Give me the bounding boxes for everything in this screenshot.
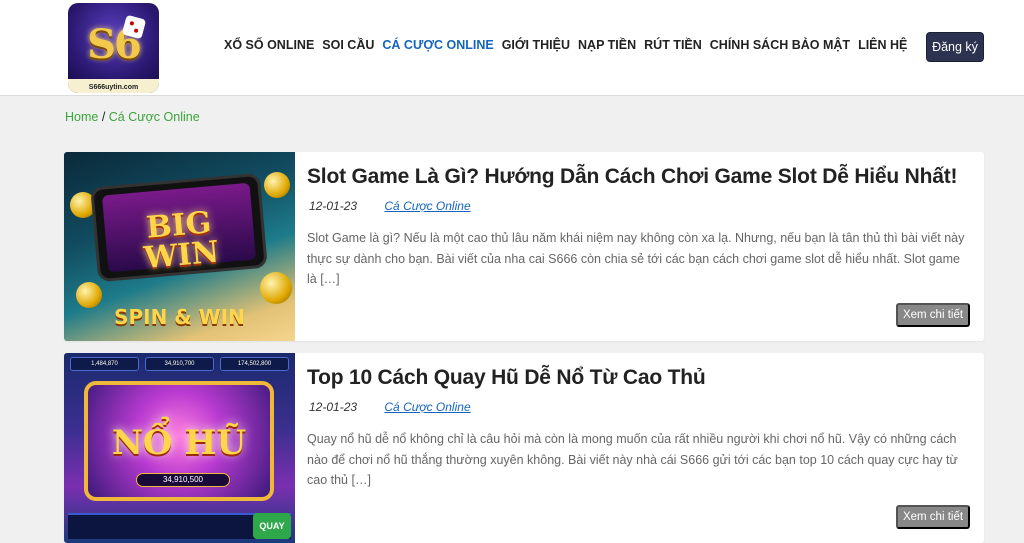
coin-icon — [264, 172, 290, 198]
post-title[interactable]: Slot Game Là Gì? Hướng Dẫn Cách Chơi Gam… — [307, 165, 958, 189]
nav-item-chinh-sach-bao-mat[interactable]: CHÍNH SÁCH BẢO MẬT — [710, 38, 850, 52]
logo-domain: S666uytin.com — [88, 84, 139, 91]
read-more-button[interactable]: Xem chi tiết — [896, 303, 970, 327]
jackpot-chip: 1,484,870 — [70, 357, 139, 371]
jackpot-chip: 174,502,800 — [220, 357, 289, 371]
nav-item-soi-cau[interactable]: SOI CẦU — [322, 38, 374, 52]
post-date: 12-01-23 — [309, 400, 358, 414]
post-category[interactable]: Cá Cược Online — [384, 199, 470, 213]
image-text-big-win: BIG WIN — [142, 205, 221, 277]
breadcrumb: Home / Cá Cược Online — [65, 110, 200, 124]
nav-item-rut-tien[interactable]: RÚT TIỀN — [644, 38, 702, 52]
post-meta: 12-01-23 Cá Cược Online — [309, 199, 471, 213]
nav-item-ca-cuoc-online[interactable]: CÁ CƯỢC ONLINE — [382, 38, 493, 52]
post-card: 1,484,870 34,910,700 174,502,800 NỔ HŨ 3… — [64, 353, 984, 543]
read-more-button[interactable]: Xem chi tiết — [896, 505, 970, 529]
post-thumbnail[interactable]: BIG WIN SPIN & WIN — [64, 152, 295, 341]
post-title[interactable]: Top 10 Cách Quay Hũ Dễ Nổ Từ Cao Thủ — [307, 366, 706, 390]
signup-button[interactable]: Đăng ký — [926, 32, 984, 62]
post-date: 12-01-23 — [309, 199, 358, 213]
nav-item-xo-so-online[interactable]: XỔ SỐ ONLINE — [224, 38, 314, 52]
breadcrumb-current[interactable]: Cá Cược Online — [109, 110, 200, 124]
breadcrumb-separator: / — [98, 110, 109, 124]
site-header: S6 S666uytin.com XỔ SỐ ONLINE SOI CẦU CÁ… — [0, 0, 1024, 96]
coin-icon — [260, 272, 292, 304]
slot-machine-illustration: NỔ HŨ 34,910,500 — [84, 381, 274, 501]
post-excerpt: Slot Game là gì? Nếu là một cao thủ lâu … — [307, 231, 965, 286]
image-text-no-hu: NỔ HŨ — [111, 423, 247, 463]
site-logo[interactable]: S6 S666uytin.com — [68, 3, 159, 93]
phone-illustration: BIG WIN — [90, 172, 268, 283]
image-spin-button: QUAY — [253, 513, 291, 539]
nav-item-nap-tien[interactable]: NẠP TIỀN — [578, 38, 636, 52]
jackpot-chip: 34,910,700 — [145, 357, 214, 371]
post-excerpt: Quay nổ hũ dễ nổ không chỉ là câu hỏi mà… — [307, 432, 958, 487]
post-card: BIG WIN SPIN & WIN Slot Game Là Gì? Hướn… — [64, 152, 984, 341]
main-nav: XỔ SỐ ONLINE SOI CẦU CÁ CƯỢC ONLINE GIỚI… — [224, 38, 915, 52]
post-meta: 12-01-23 Cá Cược Online — [309, 400, 471, 414]
breadcrumb-home[interactable]: Home — [65, 110, 98, 124]
nav-item-lien-he[interactable]: LIÊN HỆ — [858, 38, 907, 52]
nav-item-gioi-thieu[interactable]: GIỚI THIỆU — [502, 38, 570, 52]
post-thumbnail[interactable]: 1,484,870 34,910,700 174,502,800 NỔ HŨ 3… — [64, 353, 295, 543]
post-category[interactable]: Cá Cược Online — [384, 400, 470, 414]
image-text-spin-win: SPIN & WIN — [114, 305, 245, 329]
logo-mark: S6 — [87, 21, 142, 68]
image-jackpot-value: 34,910,500 — [136, 473, 230, 487]
